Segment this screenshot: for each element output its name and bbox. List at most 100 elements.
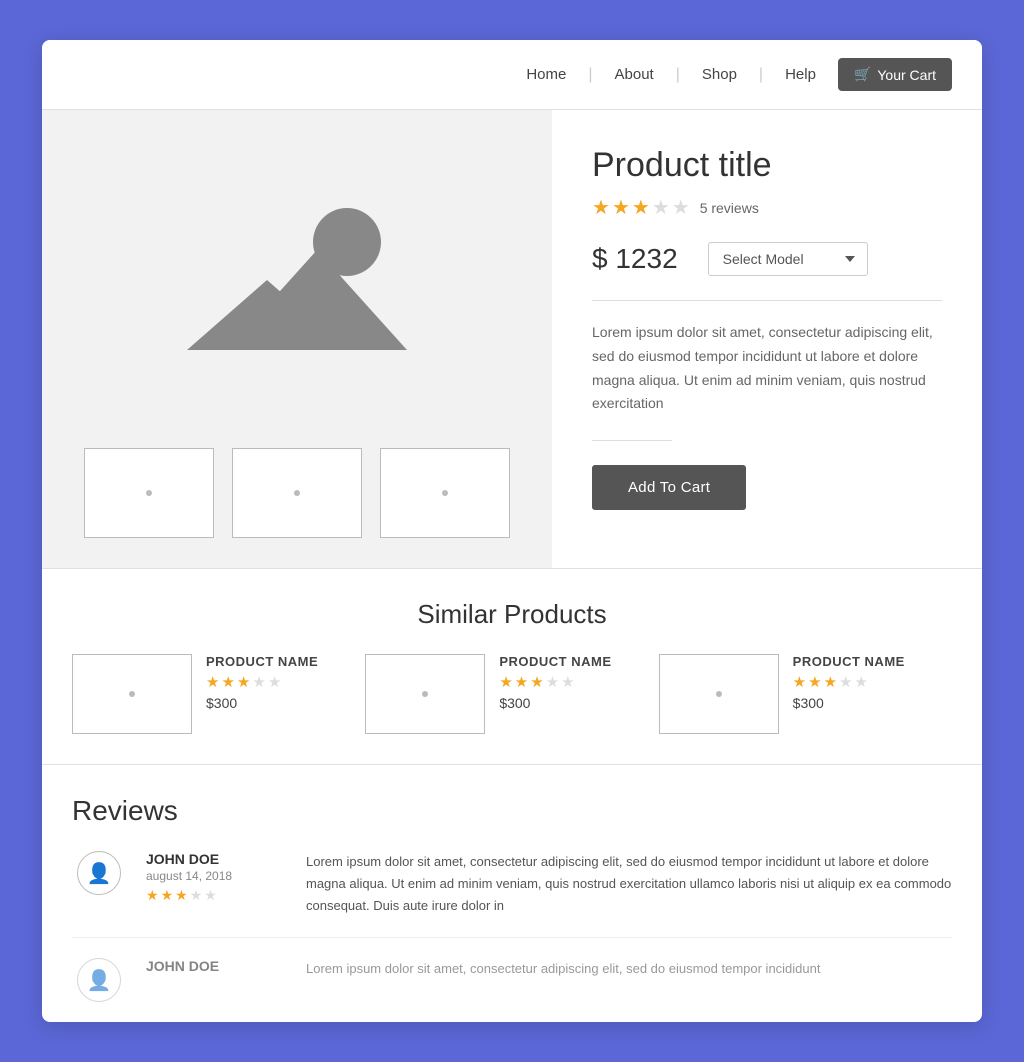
s0-star-1: ★ — [206, 673, 219, 691]
s0-star-3: ★ — [237, 673, 250, 691]
nav-home[interactable]: Home — [514, 66, 578, 83]
similar-thumb-1[interactable] — [365, 654, 485, 734]
similar-thumb-dot-0 — [129, 691, 135, 697]
product-title: Product title — [592, 146, 942, 185]
star-2: ★ — [612, 195, 630, 220]
similar-item-2: PRODUCT NAME ★ ★ ★ ★ ★ $300 — [659, 654, 952, 734]
nav-about[interactable]: About — [603, 66, 666, 83]
s2-star-4: ★ — [839, 673, 852, 691]
desc-divider — [592, 440, 672, 441]
star-5: ★ — [672, 195, 690, 220]
s1-star-3: ★ — [530, 673, 543, 691]
similar-info-1: PRODUCT NAME ★ ★ ★ ★ ★ $300 — [499, 654, 611, 711]
price-model-row: $ 1232 Select Model Model A Model B — [592, 242, 942, 276]
r0-star-5: ★ — [204, 887, 217, 904]
model-select[interactable]: Select Model Model A Model B — [708, 242, 868, 276]
similar-thumb-2[interactable] — [659, 654, 779, 734]
page-container: Home | About | Shop | Help 🛒 Your Cart — [42, 40, 982, 1022]
nav-divider-1: | — [588, 66, 592, 84]
reviewer-name-1: JOHN DOE — [146, 958, 219, 974]
star-3: ★ — [632, 195, 650, 220]
r0-star-1: ★ — [146, 887, 159, 904]
product-info-panel: Product title ★ ★ ★ ★ ★ 5 reviews $ 1232… — [552, 110, 982, 568]
thumb-dot-2 — [294, 490, 300, 496]
review-item-1: 👤 JOHN DOE Lorem ipsum dolor sit amet, c… — [72, 958, 952, 1002]
thumbnail-2[interactable] — [232, 448, 362, 538]
thumb-dot-1 — [146, 490, 152, 496]
review-text-1: Lorem ipsum dolor sit amet, consectetur … — [306, 958, 952, 1002]
similar-stars-0: ★ ★ ★ ★ ★ — [206, 673, 318, 691]
similar-thumb-dot-1 — [422, 691, 428, 697]
similar-info-2: PRODUCT NAME ★ ★ ★ ★ ★ $300 — [793, 654, 905, 711]
thumbnail-row — [84, 448, 510, 538]
thumbnail-3[interactable] — [380, 448, 510, 538]
nav-help[interactable]: Help — [773, 66, 828, 83]
product-section: Product title ★ ★ ★ ★ ★ 5 reviews $ 1232… — [42, 109, 982, 568]
s2-star-3: ★ — [824, 673, 837, 691]
product-image-svg — [187, 190, 407, 370]
similar-stars-1: ★ ★ ★ ★ ★ — [499, 673, 611, 691]
r0-star-2: ★ — [161, 887, 174, 904]
cart-label: Your Cart — [877, 67, 936, 83]
similar-info-0: PRODUCT NAME ★ ★ ★ ★ ★ $300 — [206, 654, 318, 711]
product-price: $ 1232 — [592, 243, 678, 275]
s1-star-1: ★ — [499, 673, 512, 691]
review-count: 5 reviews — [700, 200, 759, 216]
add-to-cart-button[interactable]: Add To Cart — [592, 465, 746, 510]
cart-button[interactable]: 🛒 Your Cart — [838, 58, 952, 91]
review-item-0: 👤 JOHN DOE august 14, 2018 ★ ★ ★ ★ ★ Lor… — [72, 851, 952, 938]
product-description: Lorem ipsum dolor sit amet, consectetur … — [592, 321, 942, 416]
nav-shop[interactable]: Shop — [690, 66, 749, 83]
s1-star-5: ★ — [561, 673, 574, 691]
reviewer-left-1: JOHN DOE — [146, 958, 286, 1002]
product-images-panel — [42, 110, 552, 568]
r0-star-4: ★ — [190, 887, 203, 904]
product-divider — [592, 300, 942, 301]
reviewer-left-0: JOHN DOE august 14, 2018 ★ ★ ★ ★ ★ — [146, 851, 286, 917]
s2-star-1: ★ — [793, 673, 806, 691]
r0-star-3: ★ — [175, 887, 188, 904]
nav-divider-2: | — [676, 66, 680, 84]
s2-star-2: ★ — [808, 673, 821, 691]
similar-products-section: Similar Products PRODUCT NAME ★ ★ ★ ★ ★ … — [42, 568, 982, 764]
thumb-dot-3 — [442, 490, 448, 496]
s2-star-5: ★ — [854, 673, 867, 691]
reviewer-avatar-1: 👤 — [77, 958, 121, 1002]
nav-divider-3: | — [759, 66, 763, 84]
s0-star-5: ★ — [268, 673, 281, 691]
similar-thumb-dot-2 — [716, 691, 722, 697]
reviewer-name-0: JOHN DOE — [146, 851, 219, 867]
similar-name-2: PRODUCT NAME — [793, 654, 905, 669]
star-1: ★ — [592, 195, 610, 220]
similar-name-1: PRODUCT NAME — [499, 654, 611, 669]
similar-products-title: Similar Products — [72, 599, 952, 630]
reviewer-date-0: august 14, 2018 — [146, 869, 232, 883]
review-text-0: Lorem ipsum dolor sit amet, consectetur … — [306, 851, 952, 917]
reviews-title: Reviews — [72, 795, 952, 827]
reviewer-stars-0: ★ ★ ★ ★ ★ — [146, 887, 217, 904]
s1-star-4: ★ — [546, 673, 559, 691]
product-rating-row: ★ ★ ★ ★ ★ 5 reviews — [592, 195, 942, 220]
reviews-section: Reviews 👤 JOHN DOE august 14, 2018 ★ ★ ★… — [42, 764, 982, 1022]
s0-star-4: ★ — [252, 673, 265, 691]
main-product-image — [62, 140, 532, 420]
cart-icon: 🛒 — [854, 66, 871, 83]
s1-star-2: ★ — [515, 673, 528, 691]
navbar: Home | About | Shop | Help 🛒 Your Cart — [42, 40, 982, 109]
reviewer-avatar-0: 👤 — [77, 851, 121, 895]
similar-stars-2: ★ ★ ★ ★ ★ — [793, 673, 905, 691]
reviewer-avatar-col-1: 👤 — [72, 958, 126, 1002]
similar-price-2: $300 — [793, 695, 905, 711]
similar-price-1: $300 — [499, 695, 611, 711]
similar-price-0: $300 — [206, 695, 318, 711]
s0-star-2: ★ — [221, 673, 234, 691]
similar-item-1: PRODUCT NAME ★ ★ ★ ★ ★ $300 — [365, 654, 658, 734]
avatar-icon-1: 👤 — [87, 968, 112, 993]
product-stars: ★ ★ ★ ★ ★ — [592, 195, 690, 220]
similar-name-0: PRODUCT NAME — [206, 654, 318, 669]
similar-item-0: PRODUCT NAME ★ ★ ★ ★ ★ $300 — [72, 654, 365, 734]
similar-thumb-0[interactable] — [72, 654, 192, 734]
star-4: ★ — [652, 195, 670, 220]
thumbnail-1[interactable] — [84, 448, 214, 538]
similar-products-grid: PRODUCT NAME ★ ★ ★ ★ ★ $300 PRODUCT — [72, 654, 952, 734]
